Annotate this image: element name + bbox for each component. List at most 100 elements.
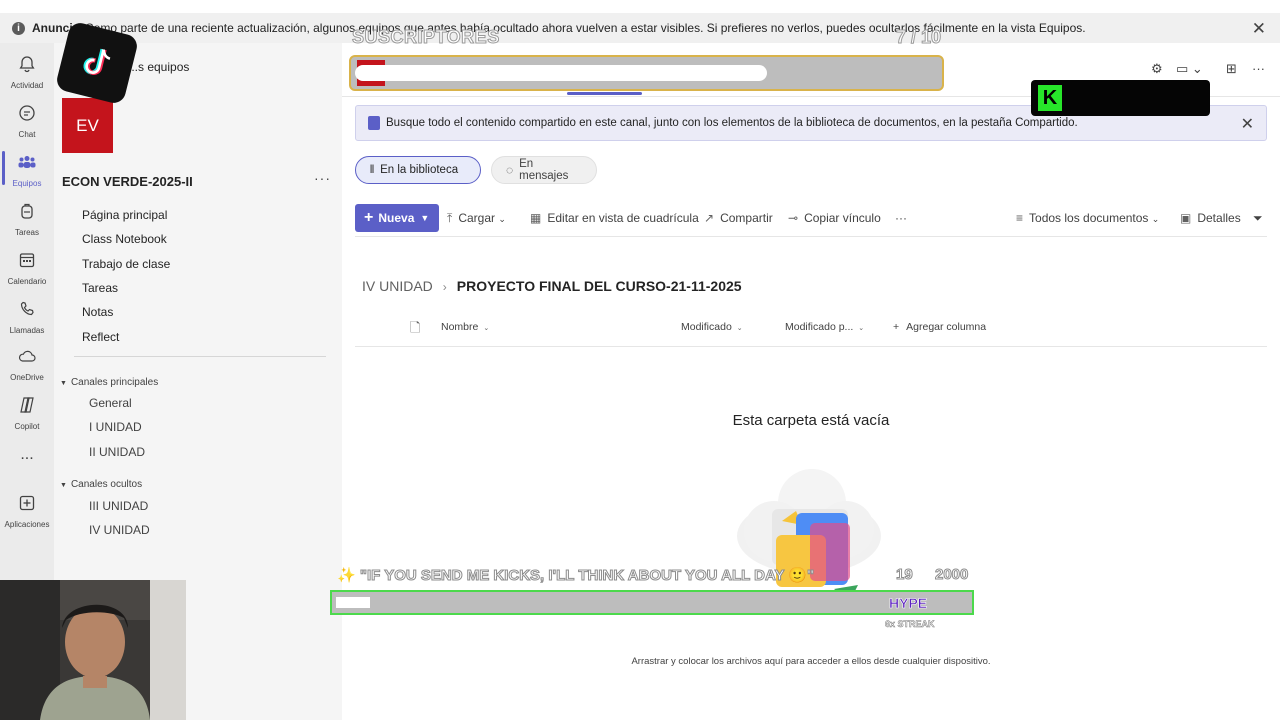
nav-class-notebook[interactable]: Class Notebook xyxy=(82,232,167,246)
upload-button[interactable]: ⤒ Cargar ⌄ xyxy=(447,211,506,226)
empty-folder-title: Esta carpeta está vacía xyxy=(732,412,890,429)
people-settings-icon[interactable]: ⚙ xyxy=(1151,61,1163,77)
cloud-icon xyxy=(18,350,36,362)
column-label: Agregar columna xyxy=(906,321,987,333)
close-icon[interactable]: ✕ xyxy=(1252,19,1266,39)
rail-calendar[interactable]: Calendario xyxy=(0,245,54,293)
chevron-down-icon: ⌄ xyxy=(483,325,490,332)
rail-activity[interactable]: Actividad xyxy=(0,49,54,97)
rail-label: Llamadas xyxy=(9,326,45,335)
channel-ii-unidad[interactable]: II UNIDAD xyxy=(89,445,145,459)
chevron-down-icon: ⌄ xyxy=(498,214,506,224)
calendar-icon xyxy=(19,253,35,268)
list-icon: ≡ xyxy=(1016,211,1024,225)
share-button[interactable]: ↗ Compartir xyxy=(704,211,773,225)
kick-goal-text: ✨ "IF YOU SEND ME KICKS, I'LL THINK ABOU… xyxy=(337,566,815,585)
column-label: Nombre xyxy=(441,321,479,333)
column-label: Modificado p... xyxy=(785,321,854,333)
info-icon: i xyxy=(12,21,25,35)
grid-edit-button[interactable]: ▦ Editar en vista de cuadrícula xyxy=(530,211,699,225)
channel-iv-unidad[interactable]: IV UNIDAD xyxy=(89,523,150,537)
webcam-feed xyxy=(0,580,186,720)
chevron-right-icon: › xyxy=(442,280,447,294)
nav-assignments[interactable]: Tareas xyxy=(82,281,118,295)
section-label: Canales ocultos xyxy=(70,479,143,490)
caret-down-icon: ▼ xyxy=(60,482,67,489)
streak-label: 6x STREAK xyxy=(885,619,935,630)
tiktok-note-icon xyxy=(83,48,111,75)
copy-link-button[interactable]: ⊸ Copiar vínculo xyxy=(788,211,881,225)
nav-reflect[interactable]: Reflect xyxy=(82,330,119,344)
nav-classwork[interactable]: Trabajo de clase xyxy=(82,257,170,271)
chevron-down-icon: ⌄ xyxy=(1151,214,1160,224)
layout-icon[interactable]: ⊞ xyxy=(1226,61,1237,77)
filter-icon[interactable]: ⏷ xyxy=(1253,211,1263,226)
details-button[interactable]: ▣ Detalles xyxy=(1180,211,1241,225)
rail-label: Equipos xyxy=(12,179,42,188)
more-icon[interactable]: ··· xyxy=(1252,61,1265,76)
more-icon: ... xyxy=(20,446,34,463)
add-column-button[interactable]: + Agregar columna xyxy=(893,321,986,333)
team-name[interactable]: ECON VERDE-2025-II xyxy=(62,174,193,189)
channel-general[interactable]: General xyxy=(89,396,132,410)
bar-fill xyxy=(336,597,370,608)
view-selector[interactable]: ≡ Todos los documentos ⌄ xyxy=(1016,211,1159,225)
column-name[interactable]: Nombre ⌄ xyxy=(441,321,489,333)
hidden-channels-header[interactable]: ▼ Canales ocultos xyxy=(60,479,142,490)
new-button[interactable]: + Nueva ▼ xyxy=(355,204,439,232)
message-icon: ◌ xyxy=(506,163,514,177)
grid-icon: ▦ xyxy=(530,211,542,225)
rail-calls[interactable]: Llamadas xyxy=(0,294,54,342)
rail-chat[interactable]: Chat xyxy=(0,98,54,146)
rail-label: Chat xyxy=(18,130,36,139)
chevron-down-icon: ⌄ xyxy=(736,325,743,332)
tab-in-messages[interactable]: ◌ En mensajes xyxy=(491,156,597,184)
rail-label: Copilot xyxy=(14,422,40,431)
divider xyxy=(74,356,326,357)
link-icon: ⊸ xyxy=(788,211,799,225)
section-label: Canales principales xyxy=(70,377,159,388)
sparkle-icon: ✨ xyxy=(337,567,356,584)
video-call-icon[interactable]: ▭ ⌄ xyxy=(1176,61,1203,77)
bell-icon xyxy=(19,56,35,73)
channel-i-unidad[interactable]: I UNIDAD xyxy=(89,420,142,434)
chat-icon xyxy=(19,105,35,121)
rail-label: Calendario xyxy=(7,277,47,286)
subscribers-goal-count: 7 / 10 xyxy=(895,27,942,48)
chevron-down-icon: ⌄ xyxy=(858,325,865,332)
kick-logo-icon: K xyxy=(1038,85,1062,111)
teams-icon xyxy=(18,156,36,168)
pill-label: En la biblioteca xyxy=(380,164,459,176)
command-bar: + Nueva ▼ ⤒ Cargar ⌄ ▦ Editar en vista de … xyxy=(342,204,1280,238)
rail-onedrive[interactable]: OneDrive xyxy=(0,341,54,389)
rail-label: Tareas xyxy=(14,228,39,237)
kick-goal-total: 2000 xyxy=(934,566,969,584)
more-options-icon[interactable]: ··· xyxy=(314,170,331,186)
breadcrumb-parent[interactable]: IV UNIDAD xyxy=(362,278,433,294)
more-commands-button[interactable]: ··· xyxy=(895,211,907,225)
column-modified-by[interactable]: Modificado p... ⌄ xyxy=(785,321,864,333)
tab-in-library[interactable]: 𝍪 En la biblioteca xyxy=(355,156,481,184)
main-channels-header[interactable]: ▼ Canales principales xyxy=(60,377,158,388)
back-to-teams[interactable]: ...s equipos xyxy=(128,60,189,74)
rail-copilot[interactable]: Copilot xyxy=(0,390,54,438)
column-modified[interactable]: Modificado ⌄ xyxy=(681,321,743,333)
plus-icon: + xyxy=(364,209,374,226)
kick-goal-bar xyxy=(330,590,974,615)
share-icon: ↗ xyxy=(704,211,715,225)
subscribers-goal-bar xyxy=(349,55,944,91)
rail-label: Aplicaciones xyxy=(4,520,50,529)
banner-text: Busque todo el contenido compartido en e… xyxy=(386,117,1078,129)
team-avatar: EV xyxy=(62,98,113,153)
channel-iii-unidad[interactable]: III UNIDAD xyxy=(89,499,148,513)
rail-apps[interactable]: Aplicaciones xyxy=(0,488,54,536)
rail-more[interactable]: ... xyxy=(0,443,54,491)
nav-home[interactable]: Página principal xyxy=(82,208,167,222)
new-label: Nueva xyxy=(378,211,415,225)
nav-grades[interactable]: Notas xyxy=(82,305,113,319)
rail-label: OneDrive xyxy=(10,373,44,382)
subscribers-goal-label: SUSCRIPTORES xyxy=(352,27,500,48)
close-icon[interactable]: ✕ xyxy=(1241,114,1254,134)
rail-teams[interactable]: Equipos xyxy=(0,147,54,195)
rail-assignments[interactable]: Tareas xyxy=(0,196,54,244)
